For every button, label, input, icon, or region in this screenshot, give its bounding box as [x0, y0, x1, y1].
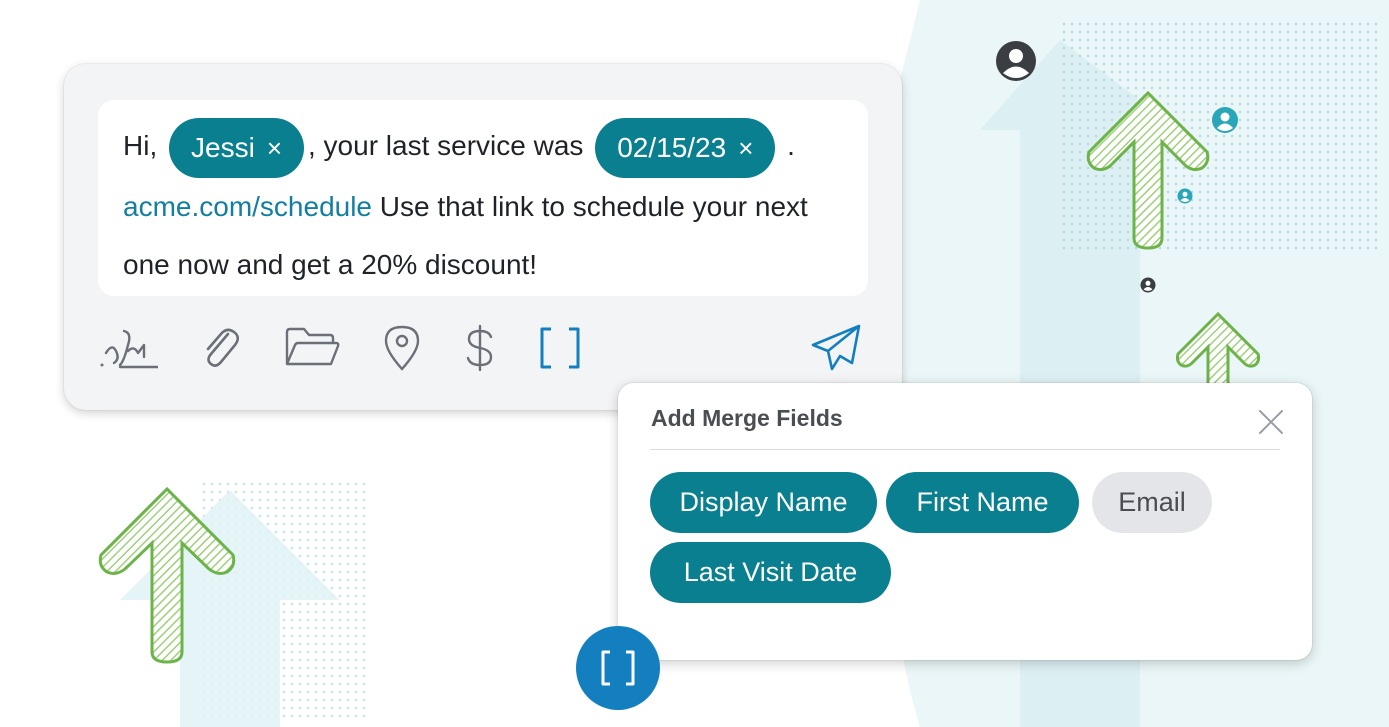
remove-chip-icon[interactable]: × — [738, 135, 753, 161]
signature-icon — [100, 329, 158, 369]
field-email[interactable]: Email — [1092, 472, 1212, 533]
field-display-name[interactable]: Display Name — [650, 472, 877, 533]
files-button[interactable] — [282, 320, 342, 376]
merge-field-brackets-icon — [540, 327, 580, 369]
merge-fields-fab[interactable] — [576, 626, 660, 710]
avatar-icon — [1140, 277, 1156, 293]
message-composer: Hi, Jessi × , your last service was 02/15/… — [64, 64, 902, 410]
attach-button[interactable] — [190, 320, 250, 376]
location-pin-icon — [384, 325, 420, 371]
folder-icon — [285, 327, 340, 366]
chip-label: 02/15/23 — [617, 131, 727, 163]
message-period: . — [787, 130, 795, 161]
up-arrow-icon — [98, 486, 236, 664]
send-icon — [811, 324, 861, 371]
avatar-icon — [1212, 107, 1238, 133]
chip-label: Jessi — [191, 131, 255, 163]
paperclip-icon — [206, 328, 240, 367]
composer-toolbar — [94, 320, 874, 376]
message-editor[interactable]: Hi, Jessi × , your last service was 02/15/… — [98, 100, 868, 296]
dot-pattern — [200, 480, 370, 720]
merge-fields-button[interactable] — [530, 320, 590, 376]
field-first-name[interactable]: First Name — [886, 472, 1079, 533]
message-body[interactable]: Hi, Jessi × , your last service was 02/15/… — [123, 117, 853, 294]
signature-button[interactable] — [98, 320, 158, 376]
greeting-text: Hi, — [123, 130, 158, 161]
merge-field-brackets-icon — [601, 650, 635, 686]
send-button[interactable] — [806, 320, 866, 376]
merge-chip-last-visit-date[interactable]: 02/15/23 × — [595, 117, 776, 178]
message-text: , your last service was — [308, 130, 584, 161]
panel-title: Add Merge Fields — [651, 405, 843, 431]
merge-fields-panel: Add Merge Fields Display Name First Name… — [618, 383, 1312, 660]
dot-pattern — [1060, 20, 1380, 250]
field-last-visit-date[interactable]: Last Visit Date — [650, 542, 891, 603]
up-arrow-icon — [1086, 90, 1210, 250]
location-button[interactable] — [372, 320, 432, 376]
up-arrow-icon — [1175, 311, 1261, 386]
remove-chip-icon[interactable]: × — [267, 135, 282, 161]
merge-chip-first-name[interactable]: Jessi × — [169, 117, 304, 178]
dollar-icon — [466, 324, 493, 372]
payment-button[interactable] — [450, 320, 510, 376]
close-icon[interactable] — [1256, 407, 1286, 437]
schedule-link[interactable]: acme.com/schedule — [123, 191, 372, 222]
divider — [650, 449, 1280, 450]
avatar-icon — [996, 41, 1036, 81]
avatar-icon — [1177, 188, 1193, 204]
background-arrow — [120, 490, 340, 727]
